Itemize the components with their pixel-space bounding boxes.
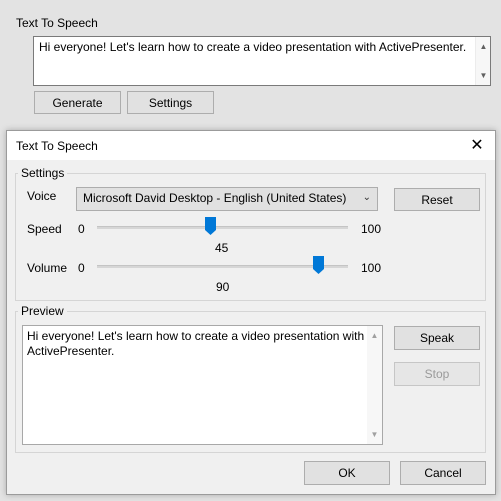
settings-group-label: Settings	[18, 166, 68, 180]
cancel-button[interactable]: Cancel	[400, 461, 486, 485]
speed-max-label: 100	[361, 222, 382, 236]
chevron-down-icon: ⌄	[362, 192, 371, 203]
speed-label: Speed	[27, 222, 62, 236]
preview-text-area[interactable]: Hi everyone! Let's learn how to create a…	[22, 325, 383, 445]
settings-button[interactable]: Settings	[127, 91, 214, 114]
reset-button[interactable]: Reset	[394, 188, 480, 211]
volume-min-label: 0	[78, 261, 85, 275]
speak-button[interactable]: Speak	[394, 326, 480, 350]
tts-panel-label: Text To Speech	[16, 16, 98, 30]
stop-button[interactable]: Stop	[394, 362, 480, 386]
ok-button[interactable]: OK	[304, 461, 390, 485]
voice-select[interactable]: Microsoft David Desktop - English (Unite…	[76, 187, 378, 211]
speed-slider-track[interactable]	[97, 226, 348, 229]
speed-value: 45	[215, 241, 229, 255]
volume-slider-thumb[interactable]	[313, 256, 324, 274]
preview-text-line-1: Hi everyone! Let's learn how to create a…	[27, 329, 365, 343]
tts-text-input[interactable]: Hi everyone! Let's learn how to create a…	[33, 36, 491, 86]
generate-button[interactable]: Generate	[34, 91, 121, 114]
speed-slider-thumb[interactable]	[205, 217, 216, 235]
dialog-title: Text To Speech	[16, 139, 98, 153]
scroll-down-icon[interactable]: ▼	[476, 68, 491, 83]
voice-label: Voice	[27, 189, 57, 203]
close-icon[interactable]: ✕	[467, 135, 487, 155]
voice-select-value: Microsoft David Desktop - English (Unite…	[83, 191, 347, 205]
scroll-up-icon[interactable]: ▲	[476, 39, 491, 54]
dialog-titlebar: Text To Speech ✕	[7, 131, 495, 160]
tts-text-value: Hi everyone! Let's learn how to create a…	[39, 40, 467, 54]
tts-dialog: Text To Speech ✕ Settings Voice Microsof…	[6, 130, 496, 495]
tts-text-scrollbar[interactable]: ▲ ▼	[475, 37, 490, 85]
preview-group-label: Preview	[18, 304, 67, 318]
volume-label: Volume	[27, 261, 68, 275]
volume-value: 90	[216, 280, 230, 294]
scroll-up-icon[interactable]: ▲	[367, 328, 382, 343]
preview-text-line-2: ActivePresenter.	[27, 344, 115, 358]
preview-scrollbar[interactable]: ▲ ▼	[367, 326, 382, 444]
speed-min-label: 0	[78, 222, 85, 236]
volume-max-label: 100	[361, 261, 382, 275]
scroll-down-icon[interactable]: ▼	[367, 427, 382, 442]
volume-slider-track[interactable]	[97, 265, 348, 268]
